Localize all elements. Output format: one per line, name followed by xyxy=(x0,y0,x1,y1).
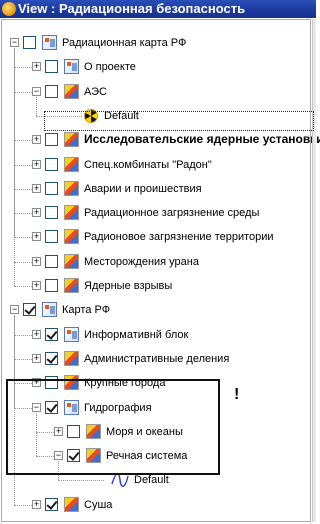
window-title-bar: View : Радиационная безопасность xyxy=(0,0,316,18)
focus-rectangle xyxy=(44,111,314,131)
tree-node-label: Административные деления xyxy=(84,353,230,365)
highlight-frame xyxy=(6,379,220,475)
group-layer-icon xyxy=(64,327,79,342)
tree-node-радиационное-загрязнение-среды[interactable]: + Радиационное загрязнение среды xyxy=(2,203,310,223)
layer-icon xyxy=(64,254,79,269)
visibility-checkbox[interactable] xyxy=(45,498,58,511)
expand-icon[interactable]: + xyxy=(32,281,41,290)
visibility-checkbox[interactable] xyxy=(45,206,58,219)
tree-node-label: Радионовое загрязнение территории xyxy=(84,231,274,243)
layer-icon xyxy=(64,351,79,366)
tree-node-label: Исследовательские ядерные установки xyxy=(84,132,320,146)
tree-node-о-проекте[interactable]: + О проекте xyxy=(2,57,310,77)
collapse-icon[interactable]: − xyxy=(10,38,19,47)
tree-node-label: Радиационная карта РФ xyxy=(62,37,187,49)
tree-node-суша[interactable]: + Суша xyxy=(2,495,310,515)
tree-node-ядерные-взрывы[interactable]: + Ядерные взрывы xyxy=(2,276,310,296)
line-symbol-icon xyxy=(111,473,129,487)
expand-icon[interactable]: + xyxy=(32,62,41,71)
expand-icon[interactable]: + xyxy=(32,232,41,241)
tree-node-label: АЭС xyxy=(84,86,107,98)
layer-icon xyxy=(64,181,79,196)
expand-icon[interactable]: + xyxy=(32,330,41,339)
layer-icon xyxy=(64,278,79,293)
layer-icon xyxy=(64,205,79,220)
tree-node-исследовательские-ядерные-установки[interactable]: + Исследовательские ядерные установки xyxy=(2,130,320,150)
visibility-checkbox[interactable] xyxy=(23,36,36,49)
tree-node-спец-комбинаты-радон[interactable]: + Спец.комбинаты "Радон" xyxy=(2,155,310,175)
layer-icon xyxy=(64,157,79,172)
tree-node-аварии-и-проишествия[interactable]: + Аварии и проишествия xyxy=(2,179,310,199)
visibility-checkbox[interactable] xyxy=(23,303,36,316)
annotation-exclamation: ! xyxy=(234,386,240,403)
visibility-checkbox[interactable] xyxy=(45,328,58,341)
vertical-scrollbar[interactable] xyxy=(312,19,316,522)
expand-icon[interactable]: + xyxy=(32,208,41,217)
expand-icon[interactable]: + xyxy=(32,500,41,509)
tree-node-label: Спец.комбинаты "Радон" xyxy=(84,159,212,171)
expand-icon[interactable]: + xyxy=(32,184,41,193)
window-title: View : Радиационная безопасность xyxy=(18,1,246,16)
tree-node-административные-деления[interactable]: + Административные деления xyxy=(2,349,310,369)
tree-node-label: Суша xyxy=(84,499,113,511)
visibility-checkbox[interactable] xyxy=(45,133,58,146)
visibility-checkbox[interactable] xyxy=(45,230,58,243)
tree-node-label: Информативнй блок xyxy=(84,329,189,341)
app-globe-icon xyxy=(2,2,16,16)
group-layer-icon xyxy=(64,59,79,74)
tree-node-месторождения-урана[interactable]: + Месторождения урана xyxy=(2,252,310,272)
visibility-checkbox[interactable] xyxy=(45,60,58,73)
expand-icon[interactable]: + xyxy=(32,257,41,266)
group-layer-icon xyxy=(42,302,57,317)
visibility-checkbox[interactable] xyxy=(45,158,58,171)
expand-icon[interactable]: + xyxy=(32,160,41,169)
tree-node-label: Default xyxy=(134,474,169,486)
visibility-checkbox[interactable] xyxy=(45,255,58,268)
expand-icon[interactable]: + xyxy=(32,354,41,363)
tree-node-label: Аварии и проишествия xyxy=(84,183,202,195)
layer-icon xyxy=(64,497,79,512)
tree-node-label: Карта РФ xyxy=(62,304,111,316)
collapse-icon[interactable]: − xyxy=(32,87,41,96)
tree-node-label: Месторождения урана xyxy=(84,256,199,268)
tree-node-label: Радиационное загрязнение среды xyxy=(84,207,260,219)
collapse-icon[interactable]: − xyxy=(10,305,19,314)
visibility-checkbox[interactable] xyxy=(45,352,58,365)
tree-node-радиационная-карта-рф[interactable]: − Радиационная карта РФ xyxy=(2,33,310,53)
visibility-checkbox[interactable] xyxy=(45,85,58,98)
layer-icon xyxy=(64,84,79,99)
tree-node-радионовое-загрязнение-территории[interactable]: + Радионовое загрязнение территории xyxy=(2,227,310,247)
tree-node-аэс[interactable]: − АЭС xyxy=(2,82,310,102)
visibility-checkbox[interactable] xyxy=(45,182,58,195)
layer-icon xyxy=(64,132,79,147)
expand-icon[interactable]: + xyxy=(32,135,41,144)
layer-icon xyxy=(64,229,79,244)
tree-node-label: О проекте xyxy=(84,61,136,73)
tree-node-карта-рф[interactable]: − Карта РФ xyxy=(2,300,310,320)
visibility-checkbox[interactable] xyxy=(45,279,58,292)
tree-node-label: Ядерные взрывы xyxy=(84,280,173,292)
tree-node-информативнй-блок[interactable]: + Информативнй блок xyxy=(2,325,310,345)
group-layer-icon xyxy=(42,35,57,50)
